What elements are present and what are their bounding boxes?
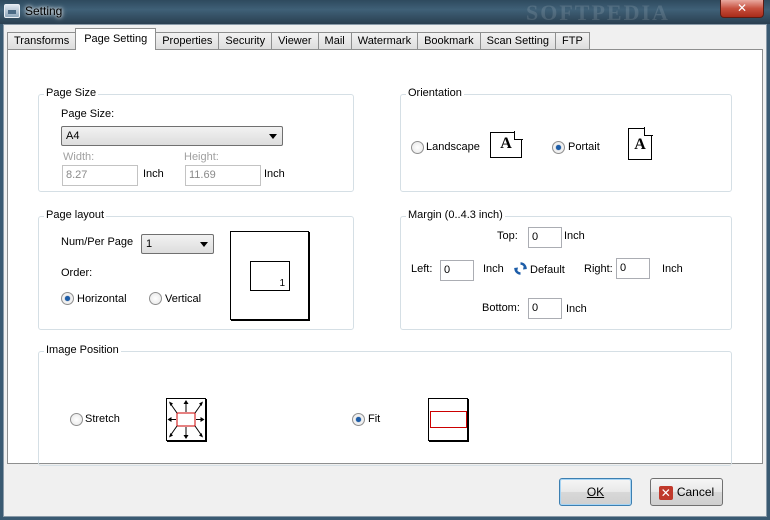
tab-transforms[interactable]: Transforms (7, 32, 77, 50)
tab-watermark[interactable]: Watermark (350, 32, 419, 50)
cancel-button[interactable]: ✕ Cancel (650, 478, 723, 506)
chevron-down-icon (269, 134, 277, 139)
tab-mail[interactable]: Mail (317, 32, 352, 50)
width-field[interactable]: 8.27 (62, 165, 138, 186)
watermark-text: SOFTPEDIA (526, 0, 670, 25)
tab-page-setting[interactable]: Page Setting (75, 28, 157, 50)
height-unit: Inch (264, 168, 285, 180)
margin-right-label: Right: (584, 263, 613, 275)
page-layout-preview: 1 (230, 231, 309, 320)
window-close-button[interactable]: ✕ (720, 0, 764, 18)
vertical-radio[interactable] (149, 292, 162, 305)
margin-left-field[interactable]: 0 (440, 260, 474, 281)
image-position-title: Image Position (44, 344, 121, 356)
page-size-group: Page Size Page Size: A4 Width: Height: 8… (38, 87, 354, 192)
stretch-label[interactable]: Stretch (85, 413, 120, 425)
order-label: Order: (61, 267, 93, 279)
tab-bookmark[interactable]: Bookmark (417, 32, 481, 50)
width-label: Width: (63, 151, 95, 163)
portrait-page-icon: A (628, 127, 653, 160)
landscape-label[interactable]: Landscape (426, 141, 480, 153)
margin-right-unit: Inch (662, 263, 683, 275)
margin-title: Margin (0..4.3 inch) (406, 209, 505, 221)
ok-button-label: OK (586, 485, 605, 499)
portrait-label[interactable]: Portait (568, 141, 600, 153)
num-per-page-value: 1 (146, 238, 153, 250)
margin-right-field[interactable]: 0 (616, 258, 650, 279)
tab-ftp[interactable]: FTP (555, 32, 590, 50)
preview-cell: 1 (250, 261, 290, 291)
margin-left-unit: Inch (483, 263, 504, 275)
fit-label[interactable]: Fit (368, 413, 380, 425)
margin-top-unit: Inch (564, 230, 585, 242)
tab-strip: Transforms Page Setting Properties Secur… (7, 28, 590, 50)
fit-preview-icon (428, 398, 468, 441)
horizontal-radio[interactable] (61, 292, 74, 305)
refresh-icon[interactable] (514, 262, 527, 275)
tab-viewer[interactable]: Viewer (271, 32, 319, 50)
title-bar: Setting SOFTPEDIA ✕ (0, 0, 770, 25)
orientation-title: Orientation (406, 87, 464, 99)
stretch-radio[interactable] (70, 413, 83, 426)
landscape-page-icon: A (490, 131, 523, 158)
height-label: Height: (184, 151, 219, 163)
margin-top-field[interactable]: 0 (528, 227, 562, 248)
num-per-page-select[interactable]: 1 (141, 234, 214, 254)
tab-properties[interactable]: Properties (155, 32, 220, 50)
window-title: Setting (25, 4, 63, 18)
image-position-group: Image Position Stretch Fit (38, 344, 732, 466)
portrait-radio[interactable] (552, 141, 565, 154)
cancel-button-label: Cancel (676, 485, 715, 499)
chevron-down-icon (200, 242, 208, 247)
tab-security[interactable]: Security (218, 32, 273, 50)
page-setting-panel: Page Size Page Size: A4 Width: Height: 8… (7, 49, 763, 466)
page-layout-title: Page layout (44, 209, 107, 221)
margin-group: Margin (0..4.3 inch) Top: 0 Inch Left: 0… (400, 209, 732, 330)
landscape-radio[interactable] (411, 141, 424, 154)
margin-bottom-label: Bottom: (482, 302, 520, 314)
app-icon (4, 4, 20, 18)
margin-top-label: Top: (497, 230, 518, 242)
page-size-title: Page Size (44, 87, 99, 99)
default-button[interactable]: Default (530, 264, 565, 276)
fit-radio[interactable] (352, 413, 365, 426)
page-layout-group: Page layout Num/Per Page 1 Order: Horizo… (38, 209, 354, 330)
margin-left-label: Left: (411, 263, 433, 275)
num-per-page-label: Num/Per Page (61, 236, 134, 248)
vertical-label[interactable]: Vertical (165, 293, 201, 305)
portrait-icon-letter: A (634, 136, 646, 153)
orientation-group: Orientation Landscape A Portait A (400, 87, 732, 192)
cancel-icon: ✕ (658, 485, 673, 500)
width-unit: Inch (143, 168, 164, 180)
dialog-window: Transforms Page Setting Properties Secur… (3, 24, 767, 517)
height-field[interactable]: 11.69 (185, 165, 261, 186)
horizontal-label[interactable]: Horizontal (77, 293, 127, 305)
tab-scan-setting[interactable]: Scan Setting (479, 32, 556, 50)
stretch-preview-icon (166, 398, 206, 441)
page-size-label: Page Size: (61, 108, 115, 120)
margin-bottom-field[interactable]: 0 (528, 298, 562, 319)
landscape-icon-letter: A (500, 135, 512, 152)
preview-cell-number: 1 (279, 278, 285, 289)
page-size-select[interactable]: A4 (61, 126, 283, 146)
ok-button[interactable]: OK (559, 478, 632, 506)
page-size-value: A4 (66, 130, 80, 142)
fit-preview-rect (430, 411, 467, 428)
margin-bottom-unit: Inch (566, 303, 587, 315)
